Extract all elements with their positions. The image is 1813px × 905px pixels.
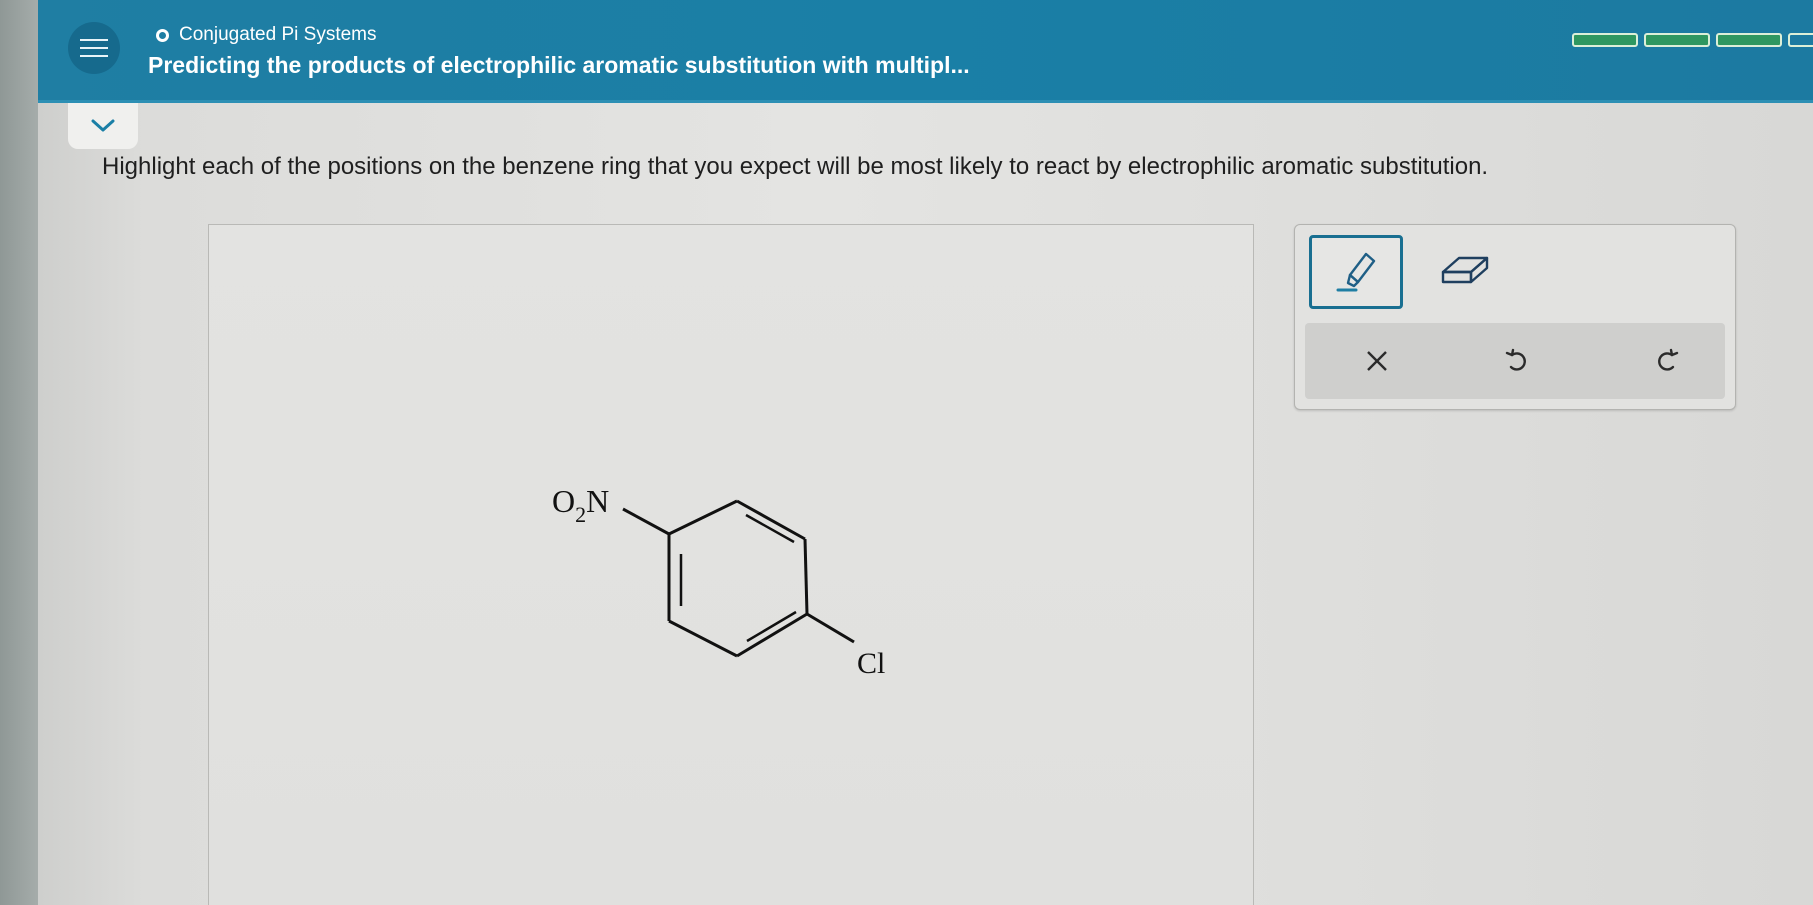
bond-to-no2 bbox=[622, 507, 670, 536]
question-instruction: Highlight each of the positions on the b… bbox=[102, 153, 1489, 180]
redo-icon bbox=[1658, 348, 1679, 371]
topic-text: Conjugated Pi Systems bbox=[179, 24, 377, 45]
topic-label: Conjugated Pi Systems bbox=[156, 24, 377, 46]
bond-to-cl bbox=[806, 612, 855, 644]
menu-button[interactable] bbox=[68, 22, 120, 74]
undo-icon bbox=[1505, 348, 1526, 371]
header-bar: Conjugated Pi Systems Predicting the pro… bbox=[38, 0, 1813, 103]
progress-segment bbox=[1572, 33, 1638, 47]
nitro-label: O2N bbox=[552, 483, 609, 527]
progress-segment bbox=[1716, 33, 1782, 47]
toolbox-panel bbox=[1294, 224, 1736, 410]
page-title: Predicting the products of electrophilic… bbox=[148, 52, 970, 78]
chevron-down-icon bbox=[91, 119, 115, 132]
drawing-canvas[interactable]: O2N Cl bbox=[208, 224, 1254, 905]
ring-bond-c3-c4[interactable] bbox=[803, 538, 809, 615]
collapse-button[interactable] bbox=[68, 103, 138, 149]
ring-bond-c1-c2[interactable] bbox=[668, 499, 738, 536]
progress-segment bbox=[1644, 33, 1710, 47]
eraser-icon bbox=[1441, 256, 1489, 284]
progress-segment bbox=[1788, 33, 1813, 47]
topic-status-icon bbox=[156, 28, 169, 42]
ring-bond-c5-c6[interactable] bbox=[668, 619, 738, 658]
hamburger-menu-icon bbox=[80, 39, 108, 41]
redo-button[interactable] bbox=[1643, 337, 1691, 385]
action-bar bbox=[1305, 323, 1725, 399]
ring-bond-c4-c5[interactable] bbox=[736, 612, 808, 658]
chloro-label: Cl bbox=[857, 647, 885, 680]
eraser-tool-button[interactable] bbox=[1435, 245, 1495, 295]
undo-button[interactable] bbox=[1493, 337, 1541, 385]
clear-button[interactable] bbox=[1353, 337, 1401, 385]
ring-bond-c2-c3[interactable] bbox=[736, 499, 806, 541]
highlight-tool-button[interactable] bbox=[1309, 235, 1403, 309]
window-edge bbox=[0, 0, 38, 905]
highlighter-pen-icon bbox=[1336, 252, 1376, 292]
close-x-icon bbox=[1367, 351, 1387, 371]
molecule-structure: O2N Cl bbox=[552, 483, 885, 680]
page: Conjugated Pi Systems Predicting the pro… bbox=[0, 0, 1813, 905]
progress-bar bbox=[1572, 33, 1813, 47]
